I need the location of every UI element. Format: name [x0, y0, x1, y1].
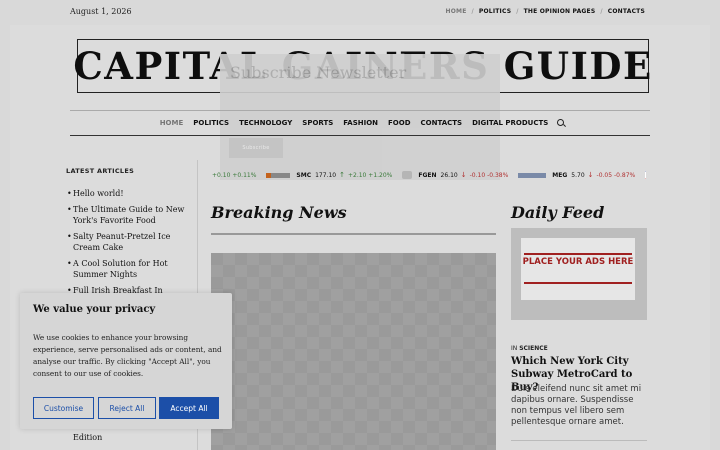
ticker-price: 177.10: [315, 171, 337, 179]
divider: /: [471, 8, 474, 15]
current-date: August 1, 2026: [70, 7, 132, 16]
divider: [211, 233, 496, 235]
ticker-symbol: SMC: [296, 171, 312, 179]
stock-ticker: +0.10 +0.11% SMC 177.10 ↑ +2.10 +1.20% F…: [212, 168, 646, 182]
category-link[interactable]: SCIENCE: [519, 345, 548, 352]
nav-divider-bottom: [70, 135, 650, 136]
nav-divider-top: [70, 110, 650, 111]
list-item[interactable]: Hello world!: [67, 188, 190, 200]
list-item[interactable]: The Ultimate Guide to New York's Favorit…: [67, 204, 190, 227]
accept-all-button[interactable]: Accept All: [159, 397, 219, 419]
ticker-item[interactable]: MEG 5.70 ↓ -0.05 -0.87%: [518, 171, 635, 179]
ticker-price: 5.70: [571, 171, 585, 179]
cookie-consent-dialog: We value your privacy We use cookies to …: [20, 293, 232, 429]
nav-sports[interactable]: SPORTS: [302, 119, 333, 127]
ticker-symbol: FGEN: [418, 171, 437, 179]
reject-all-button[interactable]: Reject All: [98, 397, 156, 419]
company-logo-icon: [518, 172, 547, 178]
category-prefix: IN: [511, 345, 518, 352]
top-bar: August 1, 2026 HOME / POLITICS / THE OPI…: [0, 0, 720, 25]
ticker-change: -0.10: [469, 171, 486, 179]
divider: [511, 440, 647, 441]
breaking-news-heading: Breaking News: [211, 203, 347, 222]
list-item[interactable]: Salty Peanut-Pretzel Ice Cream Cake: [67, 231, 190, 254]
breaking-news-image[interactable]: [211, 253, 496, 450]
topnav-contacts[interactable]: CONTACTS: [608, 8, 645, 15]
ticker-pct: -0.38%: [487, 171, 509, 179]
topnav-politics[interactable]: POLITICS: [479, 8, 511, 15]
nav-politics[interactable]: POLITICS: [193, 119, 229, 127]
nav-digital-products[interactable]: DIGITAL PRODUCTS: [472, 119, 548, 127]
divider: /: [516, 8, 519, 15]
list-item[interactable]: A Cool Solution for Hot Summer Nights: [67, 258, 190, 281]
ticker-change: -0.05: [596, 171, 613, 179]
search-icon[interactable]: [557, 119, 565, 127]
ticker-item[interactable]: FGEN 26.10 ↓ -0.10 -0.38%: [402, 171, 508, 179]
subscribe-button[interactable]: Subscribe: [229, 138, 283, 158]
article-category: IN SCIENCE: [511, 345, 548, 352]
customise-button[interactable]: Customise: [33, 397, 94, 419]
nav-home[interactable]: HOME: [160, 119, 184, 127]
cookie-body: We use cookies to enhance your browsing …: [33, 333, 222, 378]
nav-fashion[interactable]: FASHION: [343, 119, 378, 127]
arrow-down-icon: ↓: [587, 171, 594, 179]
ticker-price: 26.10: [440, 171, 458, 179]
ticker-symbol: MEG: [552, 171, 568, 179]
newsletter-popup: Subscribe Newsletter Subscribe: [220, 54, 500, 180]
ad-image: PLACE YOUR ADS HERE: [521, 238, 635, 300]
ticker-change: +2.10: [347, 171, 367, 179]
company-logo-icon: [402, 171, 413, 179]
nav-technology[interactable]: TECHNOLOGY: [239, 119, 292, 127]
top-nav: HOME / POLITICS / THE OPINION PAGES / CO…: [446, 8, 646, 15]
company-logo-icon: [266, 172, 291, 178]
ticker-pct: +1.20%: [368, 171, 393, 179]
nav-food[interactable]: FOOD: [388, 119, 411, 127]
latest-articles-list: Hello world! The Ultimate Guide to New Y…: [67, 188, 190, 300]
arrow-down-icon: ↓: [460, 171, 467, 179]
topnav-home[interactable]: HOME: [446, 8, 467, 15]
topnav-opinion-pages[interactable]: THE OPINION PAGES: [524, 8, 596, 15]
ad-banner[interactable]: PLACE YOUR ADS HERE: [511, 228, 647, 320]
arrow-up-icon: ↑: [339, 171, 345, 179]
latest-articles-title: LATEST ARTICLES: [66, 167, 135, 175]
ticker-item[interactable]: SMC 177.10 ↑ +2.10 +1.20%: [266, 171, 392, 179]
newsletter-title: Subscribe Newsletter: [230, 63, 407, 82]
feed-article-excerpt: Duis eleifend nunc sit amet mi dapibus o…: [511, 384, 642, 427]
ticker-pct: -0.87%: [613, 171, 636, 179]
daily-feed-heading: Daily Feed: [511, 203, 605, 222]
ticker-item[interactable]: +0.10 +0.11%: [212, 172, 256, 179]
ad-stripe: [524, 282, 632, 284]
divider: /: [600, 8, 603, 15]
ad-text: PLACE YOUR ADS HERE: [522, 257, 634, 267]
main-nav: HOME POLITICS TECHNOLOGY SPORTS FASHION …: [70, 119, 650, 127]
cookie-title: We value your privacy: [33, 304, 156, 315]
nav-contacts[interactable]: CONTACTS: [421, 119, 463, 127]
list-item-tail[interactable]: Edition: [73, 433, 102, 442]
ad-stripe: [524, 253, 632, 255]
ticker-item[interactable]: A: [645, 171, 646, 179]
ticker-change: +0.10: [212, 171, 231, 179]
philippines-flag-icon: [645, 171, 646, 179]
ticker-pct: +0.11%: [232, 171, 257, 179]
